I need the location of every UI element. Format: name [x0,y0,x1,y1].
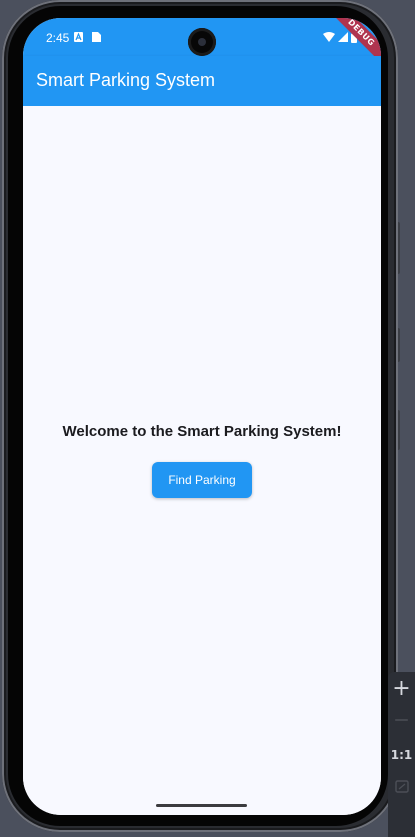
main-content: Welcome to the Smart Parking System! Fin… [23,106,381,815]
gesture-nav-handle[interactable] [156,804,247,807]
zoom-in-button[interactable]: + [388,676,415,701]
device-screen: 2:45 DEBUG Smart Parking System Welcome … [23,18,381,815]
app-bar: Smart Parking System [23,56,381,106]
status-bar: 2:45 DEBUG [23,18,381,68]
wifi-icon [323,32,335,42]
fit-screen-icon[interactable] [395,780,409,793]
welcome-heading: Welcome to the Smart Parking System! [62,423,342,440]
notification-a-icon [74,32,83,42]
sim-card-icon [92,32,101,42]
front-camera [188,28,216,56]
app-bar-title: Smart Parking System [36,70,216,90]
actual-size-button[interactable]: 1:1 [388,748,415,762]
zoom-out-button[interactable]: — [388,712,415,728]
status-time: 2:45 [46,31,70,45]
emulator-toolbar: + — 1:1 [388,672,415,837]
signal-icon [338,32,348,42]
emulator-stage: 2:45 DEBUG Smart Parking System Welcome … [0,0,415,837]
find-parking-button[interactable]: Find Parking [152,462,252,498]
